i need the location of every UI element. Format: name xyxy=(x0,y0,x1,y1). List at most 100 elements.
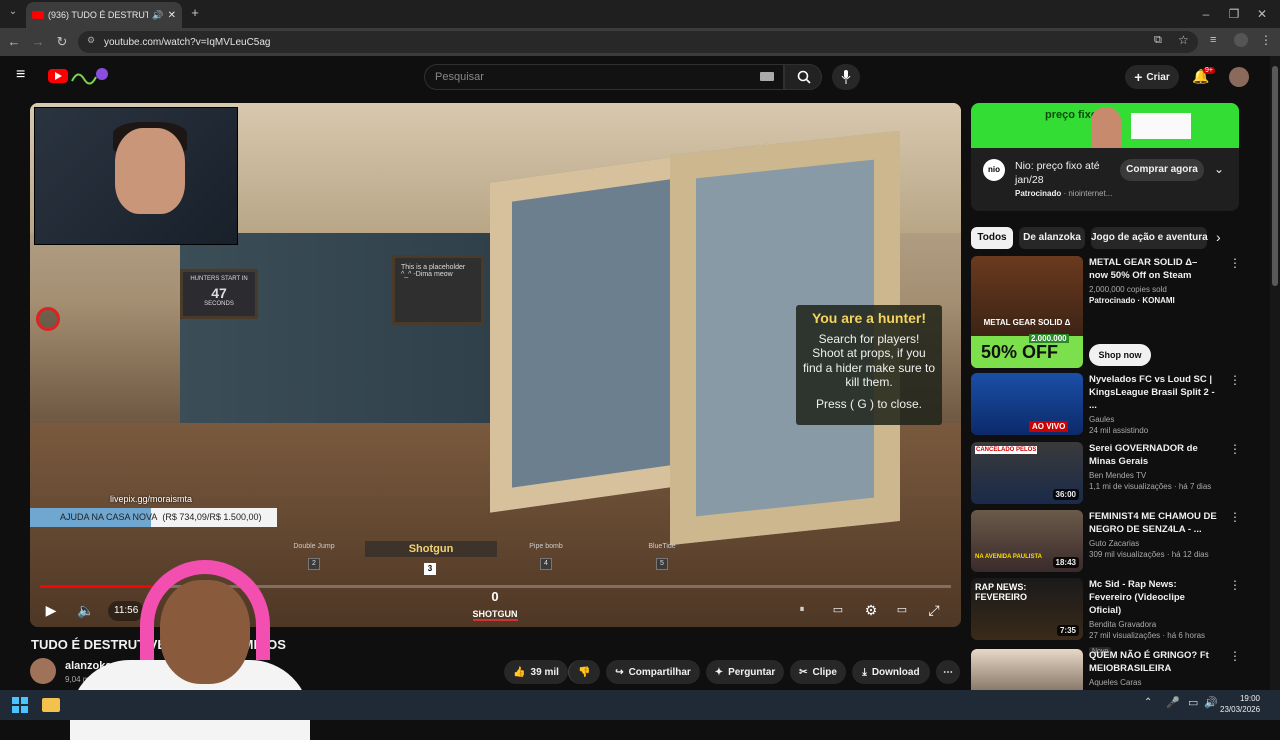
page-scrollbar[interactable] xyxy=(1270,56,1280,690)
bookmark-star-icon[interactable]: ☆ xyxy=(1178,33,1189,47)
keyboard-icon[interactable] xyxy=(760,72,774,81)
browser-tab[interactable]: (936) TUDO É DESTRUTÍVEL 🔊 ✕ xyxy=(26,2,182,28)
rec-item-sponsored[interactable]: METAL GEAR SOLID Δ 50% OFF 2.000.000 MET… xyxy=(971,256,1261,368)
rec-menu-icon[interactable]: ⋮ xyxy=(1229,442,1241,456)
create-button[interactable]: + Criar xyxy=(1125,65,1179,89)
windows-start-icon[interactable] xyxy=(12,697,28,713)
shop-now-button[interactable]: Shop now xyxy=(1089,344,1151,366)
volume-icon[interactable]: 🔈 xyxy=(75,599,97,621)
theater-mode-icon[interactable]: ▭ xyxy=(891,599,913,621)
rec-duration: 18:43 xyxy=(1052,557,1079,568)
record-indicator-icon xyxy=(36,307,60,331)
nio-logo: nio xyxy=(983,159,1005,181)
chips-next-icon[interactable]: › xyxy=(1216,229,1221,245)
ask-button[interactable]: ✦ Perguntar xyxy=(706,660,784,684)
rec-menu-icon[interactable]: ⋮ xyxy=(1229,256,1241,270)
rec-thumbnail[interactable]: NA AVENIDA PAULISTA 18:43 xyxy=(971,510,1083,572)
mic-tray-icon[interactable]: 🎤 xyxy=(1166,696,1180,709)
sponsored-ad-card[interactable]: preço fixo nio Nio: preço fixo até jan/2… xyxy=(971,103,1239,211)
url-field[interactable]: ⚙ youtube.com/watch?v=IqMVLeuC5ag ⧉ ☆ xyxy=(78,31,1198,53)
ad-banner-text: preço fixo xyxy=(1045,109,1098,121)
profile-avatar[interactable] xyxy=(1234,33,1248,47)
livepix-link: livepix.gg/moraismta xyxy=(110,494,193,504)
tab-audio-icon[interactable]: 🔊 xyxy=(152,10,163,21)
settings-gear-icon[interactable]: ⚙ xyxy=(860,599,882,621)
dislike-button[interactable]: 👎 xyxy=(568,660,600,684)
new-tab-button[interactable]: + xyxy=(188,6,202,20)
rec-duration: 7:35 xyxy=(1056,625,1079,636)
rec-thumbnail[interactable]: CANCELADO PELOS 36:00 xyxy=(971,442,1083,504)
hamburger-menu-icon[interactable]: ≡ xyxy=(16,67,32,83)
tab-close-icon[interactable]: ✕ xyxy=(168,10,176,21)
back-icon[interactable]: ← xyxy=(6,34,22,50)
browser-menu-icon[interactable]: ⋮ xyxy=(1260,33,1272,47)
voice-search-button[interactable] xyxy=(832,64,860,90)
youtube-logo[interactable] xyxy=(48,69,68,83)
rec-item[interactable]: AO VIVO Nyvelados FC vs Loud SC | KingsL… xyxy=(971,373,1261,435)
create-label: Criar xyxy=(1146,71,1170,83)
close-window-icon[interactable]: ✕ xyxy=(1254,6,1270,22)
chip-todos[interactable]: Todos xyxy=(971,227,1013,249)
scissors-icon: ✂ xyxy=(799,666,808,678)
download-icon: ⤓ xyxy=(862,666,867,678)
hunter-info-panel: You are a hunter! Search for players! Sh… xyxy=(796,305,942,425)
rec-thumbnail[interactable]: AO VIVO xyxy=(971,373,1083,435)
restore-icon[interactable]: ❐ xyxy=(1226,6,1242,22)
minimize-icon[interactable]: – xyxy=(1198,6,1214,22)
slot-pipe-bomb: Pipe bomb 4 xyxy=(506,543,586,570)
rec-thumbnail[interactable]: METAL GEAR SOLID Δ 50% OFF 2.000.000 xyxy=(971,256,1083,368)
clip-button[interactable]: ✂ Clipe xyxy=(790,660,846,684)
share-button[interactable]: ↪ Compartilhar xyxy=(606,660,700,684)
rec-item[interactable]: QUEM NÃO É GRINGO? Ft MEIOBRASILEIRA Aqu… xyxy=(971,649,1261,690)
ad-banner[interactable]: preço fixo xyxy=(971,103,1239,148)
subtitles-icon[interactable]: ▭ xyxy=(827,599,849,621)
file-explorer-icon[interactable] xyxy=(42,698,60,712)
streamer-webcam xyxy=(34,107,238,245)
fullscreen-icon[interactable]: ⤢ xyxy=(923,599,945,621)
thumbs-up-icon: 👍 xyxy=(513,666,526,678)
tab-search-icon[interactable]: ⌄ xyxy=(6,6,20,20)
ad-cta-button[interactable]: Comprar agora xyxy=(1120,159,1204,181)
network-icon[interactable]: ▭ xyxy=(1188,696,1198,709)
search-button[interactable] xyxy=(784,64,822,90)
sparkle-icon: ✦ xyxy=(714,666,724,678)
rec-thumbnail[interactable] xyxy=(971,649,1083,690)
rec-item[interactable]: CANCELADO PELOS 36:00 Serei GOVERNADOR d… xyxy=(971,442,1261,504)
rec-item[interactable]: NA AVENIDA PAULISTA 18:43 FEMINIST4 ME C… xyxy=(971,510,1261,572)
like-button[interactable]: 👍 39 mil xyxy=(504,660,568,684)
rec-thumbnail[interactable]: RAP NEWS: FEVEREIRO 7:35 xyxy=(971,578,1083,640)
share-icon: ↪ xyxy=(615,666,624,678)
placeholder-sign: This is a placeholder ^_^ -Dima meow xyxy=(392,255,484,325)
clock[interactable]: 19:00 23/03/2026 xyxy=(1220,693,1260,715)
ad-expand-icon[interactable]: ⌄ xyxy=(1214,162,1224,176)
channel-doodle-logo xyxy=(70,67,108,85)
ad-sponsor-line: Patrocinado · niointernet... xyxy=(1015,189,1113,198)
rec-menu-icon[interactable]: ⋮ xyxy=(1229,649,1241,663)
tray-expand-icon[interactable]: ⌃ xyxy=(1144,697,1152,708)
search-input[interactable]: Pesquisar xyxy=(424,64,784,90)
microphone-icon xyxy=(841,70,851,84)
rec-menu-icon[interactable]: ⋮ xyxy=(1229,373,1241,387)
chip-de-alanzoka[interactable]: De alanzoka xyxy=(1019,227,1085,249)
rec-item[interactable]: RAP NEWS: FEVEREIRO 7:35 Mc Sid - Rap Ne… xyxy=(971,578,1261,656)
reload-icon[interactable]: ↻ xyxy=(54,34,70,50)
chip-acao-aventura[interactable]: Jogo de ação e aventura xyxy=(1091,227,1208,249)
rec-menu-icon[interactable]: ⋮ xyxy=(1229,510,1241,524)
download-button[interactable]: ⤓ Download xyxy=(852,660,930,684)
account-avatar[interactable] xyxy=(1229,67,1249,87)
site-info-icon[interactable]: ⚙ xyxy=(87,35,95,46)
volume-tray-icon[interactable]: 🔊 xyxy=(1204,696,1218,709)
more-actions-button[interactable]: ⋯ xyxy=(936,660,960,684)
more-icon: ⋯ xyxy=(943,666,953,678)
forward-icon[interactable]: → xyxy=(30,34,46,50)
windows-taskbar: ⌃ 🎤 ▭ 🔊 19:00 23/03/2026 xyxy=(0,690,1280,720)
cast-icon[interactable]: ⧉ xyxy=(1154,34,1162,47)
reading-list-icon[interactable]: ≡ xyxy=(1210,34,1216,46)
channel-avatar[interactable] xyxy=(30,658,56,684)
play-button[interactable]: ▶ xyxy=(40,599,62,621)
notification-count-badge: 9+ xyxy=(1203,67,1215,74)
video-player[interactable]: HUNTERS START IN 47 SECONDS This is a pl… xyxy=(30,103,961,627)
ad-title[interactable]: Nio: preço fixo até jan/28 xyxy=(1015,159,1109,187)
autoplay-toggle[interactable]: ⏸ xyxy=(791,599,813,621)
rec-menu-icon[interactable]: ⋮ xyxy=(1229,578,1241,592)
